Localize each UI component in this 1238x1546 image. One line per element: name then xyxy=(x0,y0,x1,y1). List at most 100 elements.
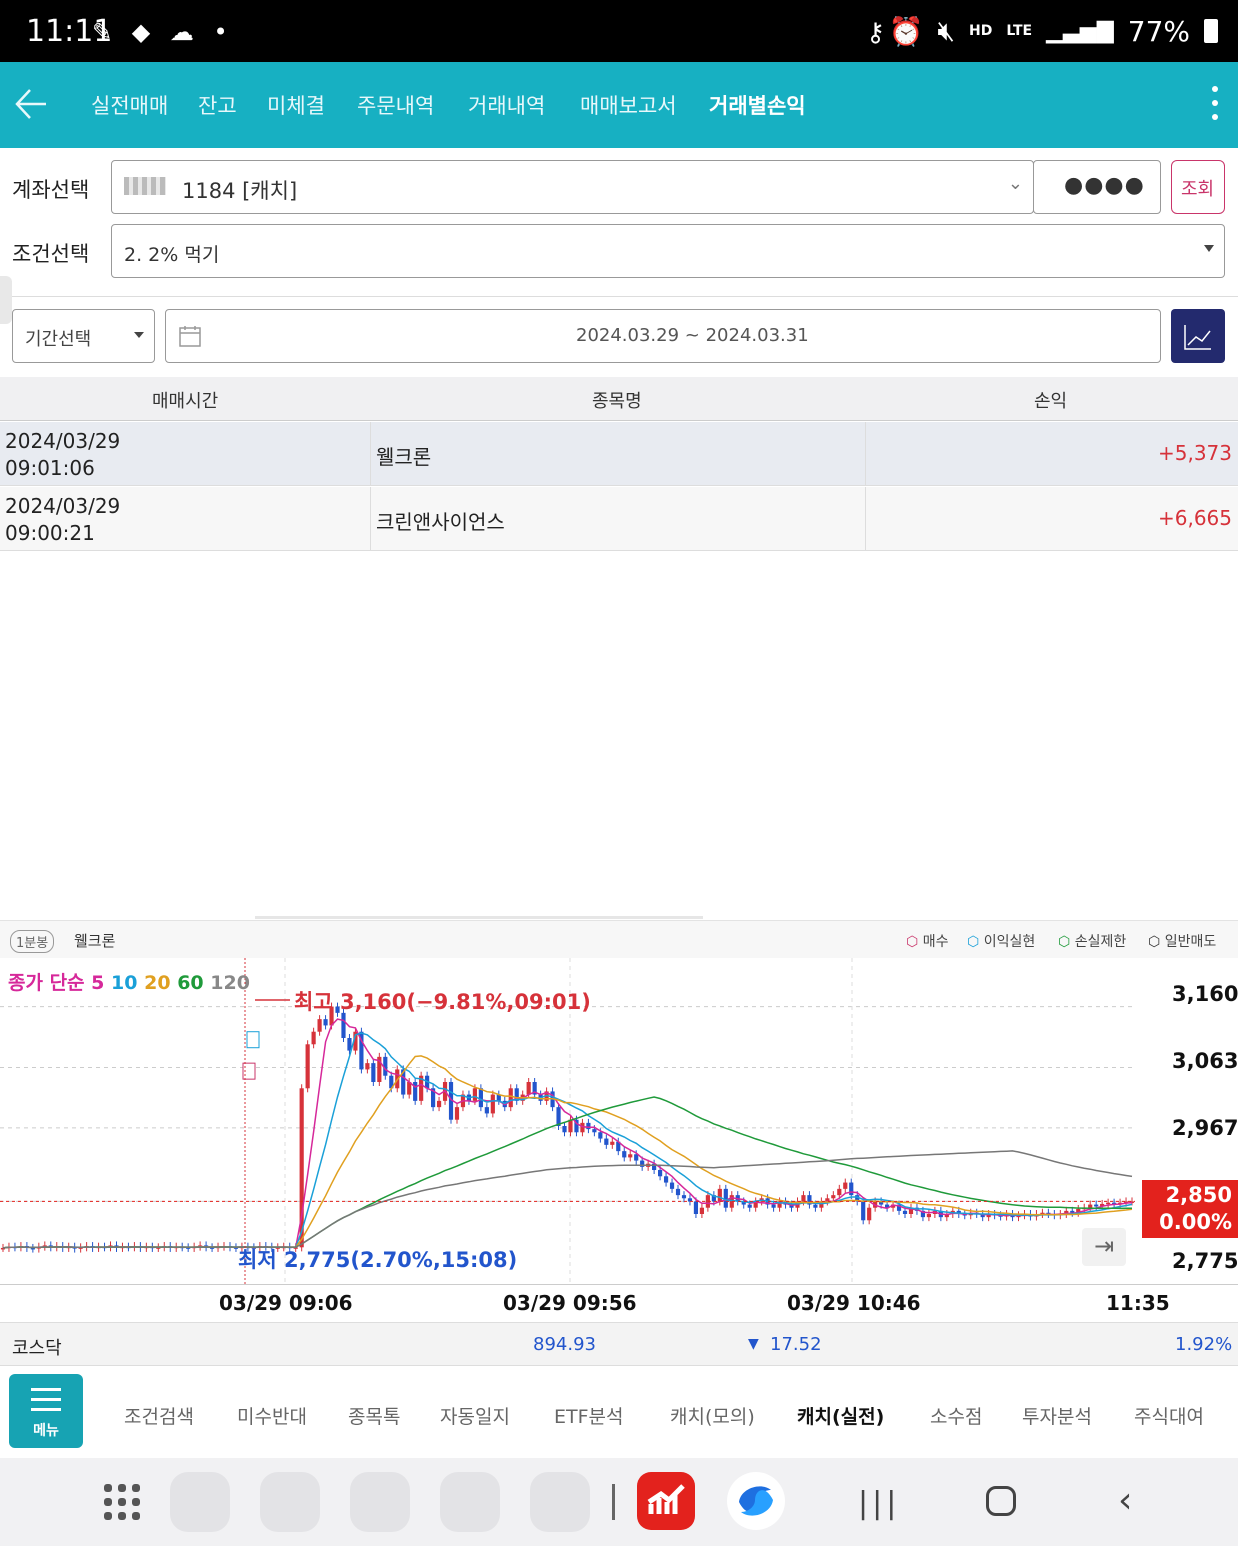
ma-5: 5 xyxy=(91,972,105,994)
table-row[interactable]: 2024/03/29 09:00:21 크린앤사이언스 +6,665 xyxy=(0,487,1238,551)
menu-item-catch-mock[interactable]: 캐치(모의) xyxy=(670,1402,755,1429)
chart-svg xyxy=(0,958,1135,1284)
mute-icon: 🔇︎ xyxy=(937,14,956,47)
y-tick: 3,063 xyxy=(1172,1049,1238,1073)
candle-body xyxy=(669,1182,675,1189)
home-icon[interactable] xyxy=(986,1486,1016,1516)
app-drawer-icon[interactable] xyxy=(104,1484,140,1520)
side-handle[interactable] xyxy=(0,276,12,324)
ma-line-60 xyxy=(2,1096,1133,1249)
candle-body xyxy=(831,1195,836,1199)
candle-body xyxy=(843,1182,848,1189)
account-select[interactable]: 1184 [캐치] ⌄ xyxy=(111,160,1034,214)
menu-item-stock-lending[interactable]: 주식대여 xyxy=(1134,1402,1204,1429)
menu-item-catch-real[interactable]: 캐치(실전) xyxy=(797,1402,884,1429)
app-folder-icon[interactable] xyxy=(350,1472,410,1532)
candle-body xyxy=(526,1082,531,1095)
trade-date: 2024/03/29 xyxy=(5,494,121,518)
back-arrow-icon[interactable] xyxy=(14,84,48,124)
ma-line-120 xyxy=(2,1150,1133,1249)
condition-select[interactable]: 2. 2% 먹기 xyxy=(111,224,1225,278)
back-nav-icon[interactable]: ‹ xyxy=(1118,1480,1132,1521)
browser-app-icon[interactable] xyxy=(727,1472,785,1530)
current-price: 2,850 xyxy=(1165,1183,1232,1207)
candle-body xyxy=(861,1201,866,1221)
candle-body xyxy=(622,1151,627,1158)
signal-icon: ▁▃▅▇ xyxy=(1046,18,1114,44)
chart-toggle-button[interactable] xyxy=(1171,309,1225,363)
app-folder-icon[interactable] xyxy=(530,1472,590,1532)
candle-body xyxy=(317,1019,322,1032)
ma-line-10 xyxy=(2,1032,1133,1249)
low-annotation: 최저 2,775(2.70%,15:08) xyxy=(238,1248,518,1272)
stock-name: 웰크론 xyxy=(376,445,432,469)
tab-order-history[interactable]: 주문내역 xyxy=(357,90,434,120)
y-tick: 3,160 xyxy=(1172,982,1238,1006)
notification-icons: ✎ ◆ ☁ • xyxy=(92,18,234,46)
menu-item-stock-talk[interactable]: 종목톡 xyxy=(348,1402,400,1429)
password-field[interactable]: ●●●● xyxy=(1033,160,1161,214)
tab-real-trading[interactable]: 실전매매 xyxy=(91,90,168,120)
recents-icon[interactable]: ||| xyxy=(858,1486,900,1521)
x-tick: 11:35 xyxy=(1106,1291,1170,1315)
tab-pnl-by-trade[interactable]: 거래별손익 xyxy=(709,90,806,120)
date-range-field[interactable]: 2024.03.29 ~ 2024.03.31 xyxy=(165,309,1161,363)
table-header: 매매시간 종목명 손익 xyxy=(0,377,1238,421)
hd-voice-label: HD xyxy=(969,23,993,39)
status-bar: 11:11 ✎ ◆ ☁ • ⚷ ⏰ 🔇︎ HD LTE ▁▃▅▇ 77% xyxy=(0,0,1238,62)
menu-button[interactable]: 메뉴 xyxy=(9,1374,83,1448)
candle-body xyxy=(484,1107,489,1114)
menu-item-etf[interactable]: ETF분석 xyxy=(554,1402,624,1429)
divider xyxy=(0,296,1238,297)
app-folder-icon[interactable] xyxy=(170,1472,230,1532)
price-chart[interactable]: 종가 단순 5 10 20 60 120 최고 3,160(−9.81%,09:… xyxy=(0,958,1238,1284)
ma-60: 60 xyxy=(177,972,204,994)
chart-period-badge[interactable]: 1분봉 xyxy=(10,930,55,953)
menu-item-fractional[interactable]: 소수점 xyxy=(930,1402,982,1429)
tab-balance[interactable]: 잔고 xyxy=(198,90,237,120)
candle-body xyxy=(508,1088,513,1108)
ma-legend: 종가 단순 5 10 20 60 120 xyxy=(8,968,250,995)
col-pnl: 손익 xyxy=(1034,391,1068,412)
chart-header: 1분봉 웰크론 ⬡ 매수 ⬡ 이익실현 ⬡ 손실제한 ⬡ 일반매도 xyxy=(0,920,1238,958)
candle-body xyxy=(867,1207,872,1221)
dock-divider xyxy=(612,1484,615,1520)
query-button[interactable]: 조회 xyxy=(1171,160,1225,214)
candle-body xyxy=(454,1107,460,1120)
menu-item-invest-analysis[interactable]: 투자분석 xyxy=(1022,1402,1092,1429)
app-folder-icon[interactable] xyxy=(260,1472,320,1532)
candle-body xyxy=(663,1176,669,1183)
hamburger-icon xyxy=(31,1388,61,1418)
tab-trade-report[interactable]: 매매보고서 xyxy=(580,90,677,120)
trading-app-icon[interactable] xyxy=(637,1472,695,1530)
menu-item-auto-journal[interactable]: 자동일지 xyxy=(440,1402,510,1429)
app-folder-icon[interactable] xyxy=(440,1472,500,1532)
candle-body xyxy=(436,1100,442,1108)
x-tick: 03/29 09:56 xyxy=(503,1291,637,1315)
col-trade-time: 매매시간 xyxy=(152,391,219,412)
table-row[interactable]: 2024/03/29 09:01:06 웰크론 +5,373 xyxy=(0,422,1238,486)
chevron-down-icon: ⌄ xyxy=(1007,173,1023,194)
candle-body xyxy=(1094,1204,1099,1207)
candle-body xyxy=(813,1204,818,1208)
x-tick: 03/29 09:06 xyxy=(219,1291,353,1315)
candle-body xyxy=(699,1207,704,1214)
scroll-to-end-icon[interactable]: ⇥ xyxy=(1082,1228,1126,1266)
index-ticker[interactable]: 코스닥 894.93 ▼ 17.52 1.92% xyxy=(0,1322,1238,1366)
more-menu-icon[interactable] xyxy=(1212,86,1220,126)
account-value: 1184 [캐치] xyxy=(182,179,298,203)
tab-trade-history[interactable]: 거래내역 xyxy=(468,90,545,120)
candle-body xyxy=(849,1182,854,1196)
y-tick: 2,967 xyxy=(1172,1116,1238,1140)
trade-date: 2024/03/29 xyxy=(5,429,121,453)
candle-body xyxy=(592,1129,597,1133)
drag-handle[interactable] xyxy=(255,916,703,919)
candle-body xyxy=(323,1019,328,1026)
battery-text: 77% xyxy=(1127,14,1190,48)
pnl-value: +6,665 xyxy=(1157,506,1232,530)
tab-unfilled[interactable]: 미체결 xyxy=(267,90,325,120)
period-select[interactable]: 기간선택 xyxy=(12,309,155,363)
menu-item-margin[interactable]: 미수반대 xyxy=(237,1402,307,1429)
legend-buy: ⬡ 매수 xyxy=(906,934,949,950)
menu-item-condition-search[interactable]: 조건검색 xyxy=(124,1402,194,1429)
